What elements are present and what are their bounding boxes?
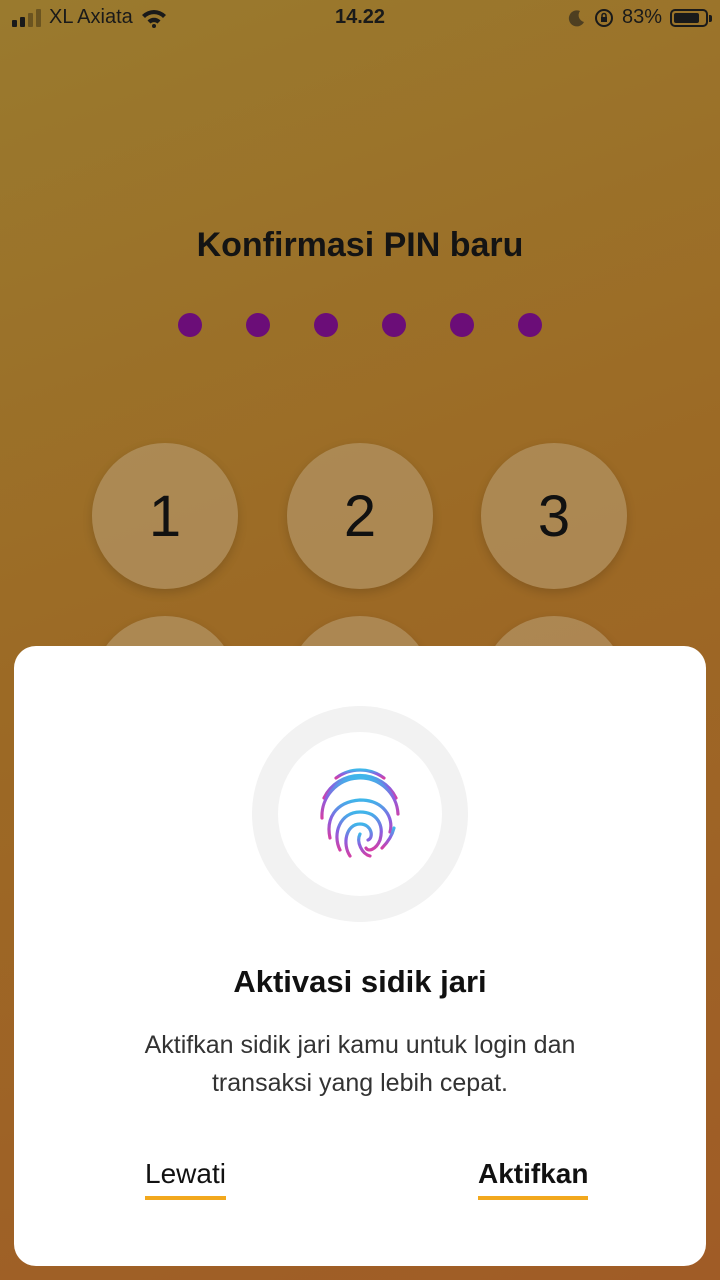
pin-dot	[178, 313, 202, 337]
battery-icon	[670, 8, 712, 27]
skip-button[interactable]: Lewati	[145, 1158, 226, 1200]
pin-dot	[518, 313, 542, 337]
sheet-description: Aktifkan sidik jari kamu untuk login dan…	[144, 1031, 576, 1097]
fingerprint-bottom-sheet: Aktivasi sidik jari Aktifkan sidik jari …	[14, 646, 706, 1266]
keypad-key-3[interactable]: 3	[481, 443, 627, 589]
keypad-key-2[interactable]: 2	[287, 443, 433, 589]
keypad-key-1[interactable]: 1	[92, 443, 238, 589]
status-bar: XL Axiata 14.22 83%	[0, 0, 720, 36]
pin-indicator	[178, 313, 542, 337]
fingerprint-badge	[278, 732, 442, 896]
pin-dot	[382, 313, 406, 337]
fingerprint-icon	[320, 768, 400, 858]
fingerprint-badge-outer	[252, 706, 468, 922]
rotation-lock-icon	[594, 8, 613, 27]
pin-dot	[314, 313, 338, 337]
battery-nub	[709, 14, 712, 22]
battery-percentage: 83%	[621, 6, 662, 28]
pin-dot	[246, 313, 270, 337]
sheet-title: Aktivasi sidik jari	[233, 964, 487, 999]
page-title: Konfirmasi PIN baru	[196, 226, 524, 264]
pin-dot	[450, 313, 474, 337]
moon-icon	[568, 9, 584, 26]
battery-fill	[674, 12, 699, 23]
status-right: 83%	[568, 6, 712, 29]
activate-button[interactable]: Aktifkan	[478, 1158, 589, 1200]
